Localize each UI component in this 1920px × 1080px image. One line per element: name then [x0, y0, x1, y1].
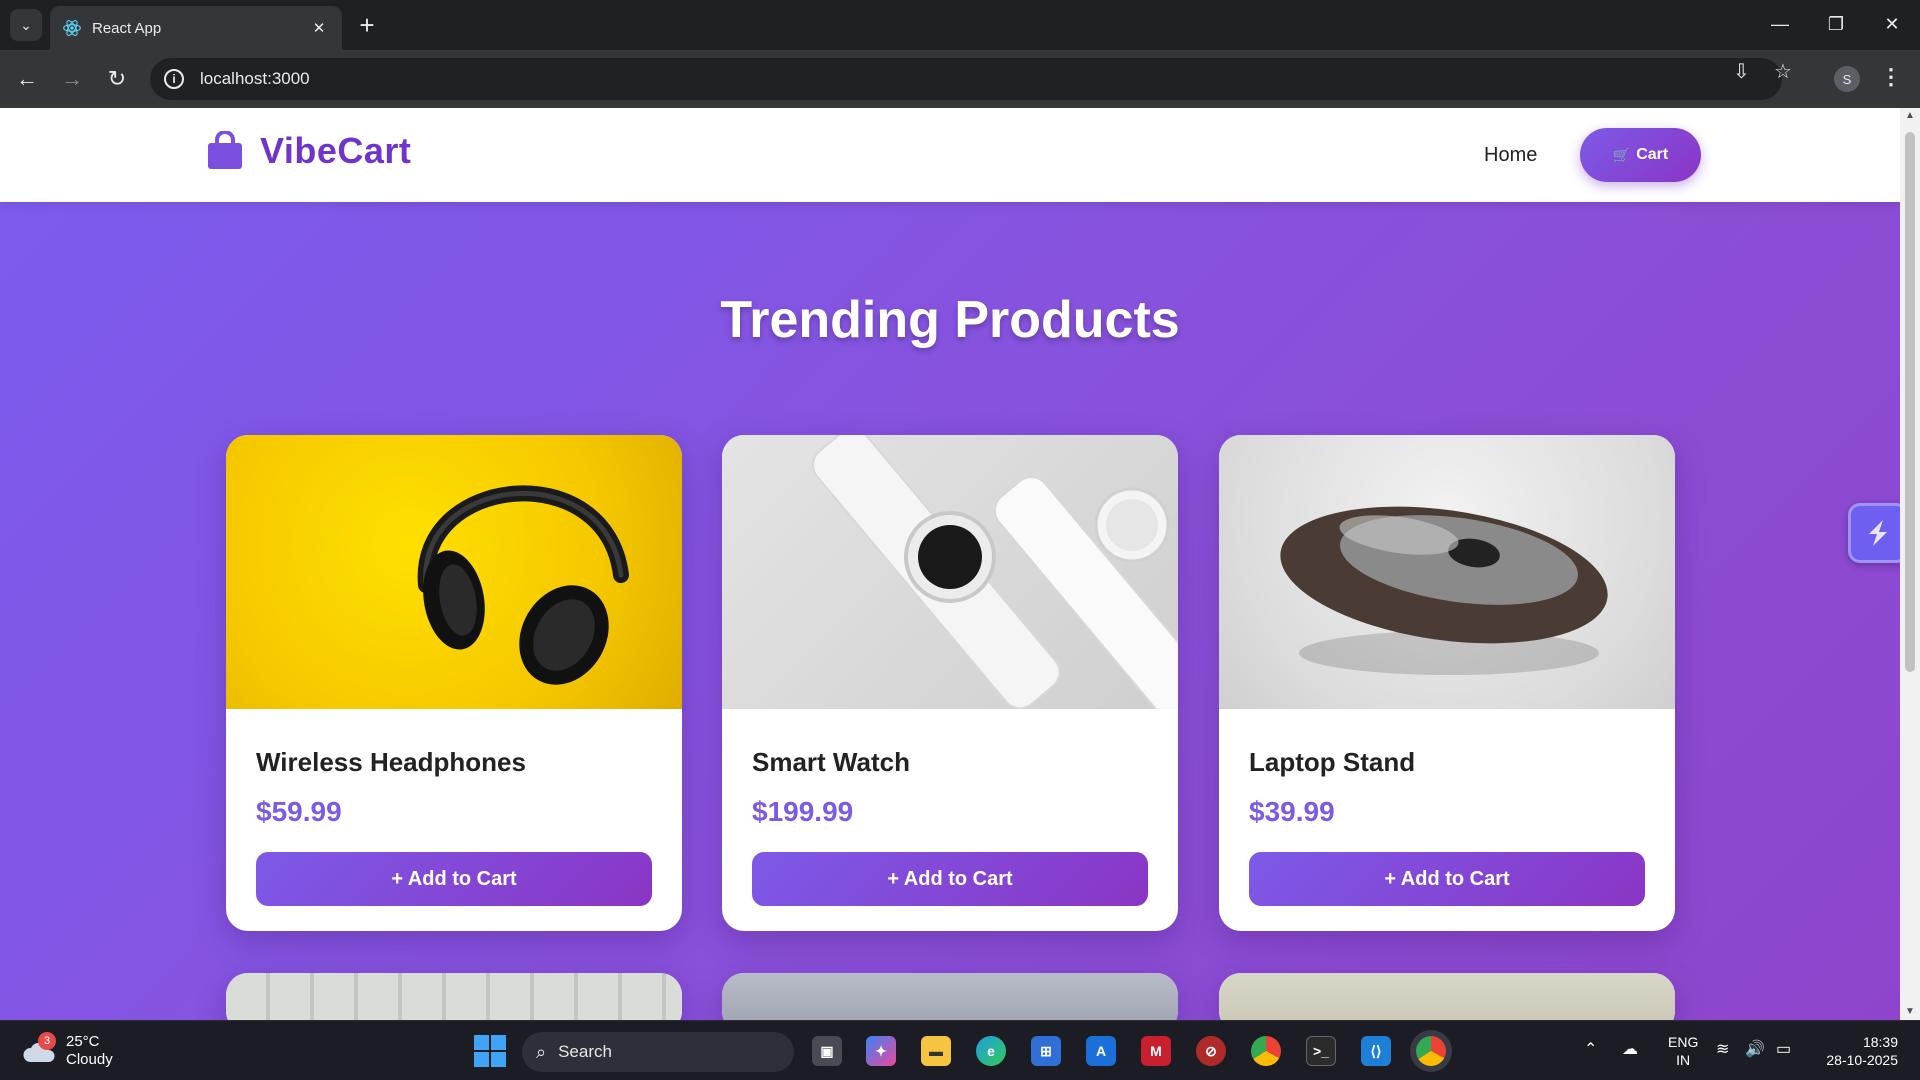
browser-titlebar: ⌄ React App ✕ + — ❐ ✕ [0, 0, 1920, 50]
taskbar-search[interactable]: ⌕ Search [522, 1032, 794, 1072]
weather-widget[interactable]: 3 25°C Cloudy [22, 1032, 113, 1069]
restore-button[interactable]: ❐ [1808, 0, 1864, 48]
clock-date: 28-10-2025 [1826, 1052, 1898, 1068]
product-image [226, 973, 682, 1020]
product-name: Wireless Headphones [256, 747, 526, 777]
search-icon: ⌕ [536, 1041, 547, 1062]
extension-floating-button[interactable] [1848, 503, 1900, 563]
clock-time: 18:39 [1862, 1034, 1898, 1050]
shopping-bag-icon [208, 131, 242, 169]
browser-toolbar: ← → ↻ i localhost:3000 ⇩ ☆ S ⋮ [0, 50, 1920, 108]
cloud-icon: 3 [22, 1032, 56, 1064]
volume-icon[interactable]: 🔊 [1745, 1039, 1765, 1059]
add-to-cart-button[interactable]: + Add to Cart [752, 852, 1148, 906]
browser-tab[interactable]: React App ✕ [50, 6, 342, 50]
product-name: Laptop Stand [1249, 747, 1416, 777]
install-app-icon[interactable]: ⇩ [1733, 59, 1750, 84]
tab-search-button[interactable]: ⌄ [10, 9, 42, 41]
azure-icon[interactable]: A [1086, 1036, 1116, 1066]
arrow-left-icon: ← [16, 66, 38, 91]
address-bar[interactable]: i localhost:3000 [150, 58, 1782, 100]
cart-label: Cart [1636, 146, 1669, 163]
taskbar: 3 25°C Cloudy ⌕ Search ▣ ✦ ▬ e ⊞ A M ⊘ >… [0, 1020, 1920, 1080]
chevron-up-icon[interactable]: ⌃ [1584, 1039, 1597, 1059]
app-icon[interactable]: ⊘ [1196, 1036, 1226, 1066]
scroll-down-icon[interactable]: ▼ [1904, 1006, 1916, 1018]
search-label: Search [558, 1042, 612, 1061]
lang-top: ENG [1668, 1034, 1699, 1050]
mcafee-icon[interactable]: M [1141, 1036, 1171, 1066]
add-to-cart-button[interactable]: + Add to Cart [256, 852, 652, 906]
new-tab-button[interactable]: + [352, 10, 382, 40]
minimize-button[interactable]: — [1752, 0, 1808, 48]
file-explorer-icon[interactable]: ▬ [921, 1036, 951, 1066]
reload-icon: ↻ [107, 66, 127, 91]
product-card: Laptop Stand $39.99 + Add to Cart [1219, 435, 1675, 931]
product-card [722, 973, 1178, 1020]
tab-title: React App [92, 19, 162, 37]
cart-icon: 🛒 [1612, 146, 1631, 163]
page-viewport: VibeCart Home 🛒 Cart Trending Products W… [0, 108, 1900, 1020]
product-image [722, 435, 1178, 709]
edge-icon[interactable]: e [976, 1036, 1006, 1066]
product-image [226, 435, 682, 709]
weather-badge: 3 [38, 1032, 56, 1050]
reload-button[interactable]: ↻ [100, 62, 134, 96]
page-scrollbar[interactable]: ▲ ▼ [1900, 108, 1920, 1020]
product-price: $39.99 [1249, 796, 1335, 827]
product-image [722, 973, 1178, 1020]
info-icon[interactable]: i [164, 69, 184, 89]
weather-temp: 25°C [66, 1033, 100, 1050]
forward-button[interactable]: → [55, 62, 89, 96]
lang-bottom: IN [1676, 1052, 1691, 1068]
mouse-icon [1280, 506, 1608, 675]
url-text: localhost:3000 [200, 69, 310, 88]
battery-icon[interactable]: ▭ [1776, 1039, 1791, 1059]
copilot-icon[interactable]: ✦ [866, 1036, 896, 1066]
close-tab-icon[interactable]: ✕ [308, 19, 330, 37]
product-price: $59.99 [256, 796, 342, 827]
product-image [1219, 435, 1675, 709]
wifi-icon[interactable]: ≋ [1716, 1039, 1729, 1059]
chevron-down-icon: ⌄ [20, 16, 32, 33]
section-title: Trending Products [720, 291, 1180, 349]
product-card: Smart Watch $199.99 + Add to Cart [722, 435, 1178, 931]
product-card: Wireless Headphones $59.99 + Add to Cart [226, 435, 682, 931]
product-price: $199.99 [752, 796, 854, 827]
weather-condition: Cloudy [66, 1051, 113, 1068]
menu-icon[interactable]: ⋮ [1880, 64, 1902, 90]
language-indicator[interactable]: ENG IN [1668, 1033, 1698, 1069]
vscode-icon[interactable]: ⟨⟩ [1361, 1036, 1391, 1066]
react-icon [63, 20, 81, 36]
cart-button[interactable]: 🛒 Cart [1580, 128, 1701, 182]
site-navbar: VibeCart Home 🛒 Cart [0, 108, 1900, 202]
product-name: Smart Watch [752, 747, 910, 777]
window-controls: — ❐ ✕ [1752, 0, 1920, 50]
product-image [1219, 973, 1675, 1020]
bookmark-star-icon[interactable]: ☆ [1774, 59, 1792, 84]
terminal-icon[interactable]: >_ [1306, 1036, 1336, 1066]
back-button[interactable]: ← [10, 62, 44, 96]
chrome-icon[interactable] [1251, 1036, 1281, 1066]
product-card [226, 973, 682, 1020]
task-view-icon[interactable]: ▣ [812, 1036, 842, 1066]
close-window-button[interactable]: ✕ [1864, 0, 1920, 48]
add-to-cart-button[interactable]: + Add to Cart [1249, 852, 1645, 906]
onedrive-icon[interactable]: ☁ [1622, 1039, 1638, 1059]
chrome-profile-icon[interactable] [1416, 1036, 1446, 1066]
clock[interactable]: 18:39 28-10-2025 [1818, 1033, 1898, 1069]
headphones-icon [417, 485, 629, 685]
product-card [1219, 973, 1675, 1020]
arrow-right-icon: → [61, 66, 83, 91]
smartwatch-icon [812, 435, 1178, 709]
brand-logo[interactable]: VibeCart [206, 130, 411, 172]
nav-home-link[interactable]: Home [1484, 144, 1537, 167]
profile-avatar[interactable]: S [1834, 66, 1860, 92]
store-icon[interactable]: ⊞ [1031, 1036, 1061, 1066]
scroll-up-icon[interactable]: ▲ [1904, 110, 1916, 122]
windows-start-icon[interactable] [474, 1035, 506, 1067]
scroll-thumb[interactable] [1905, 132, 1915, 672]
brand-name: VibeCart [260, 130, 412, 171]
lightning-icon [1869, 520, 1887, 546]
